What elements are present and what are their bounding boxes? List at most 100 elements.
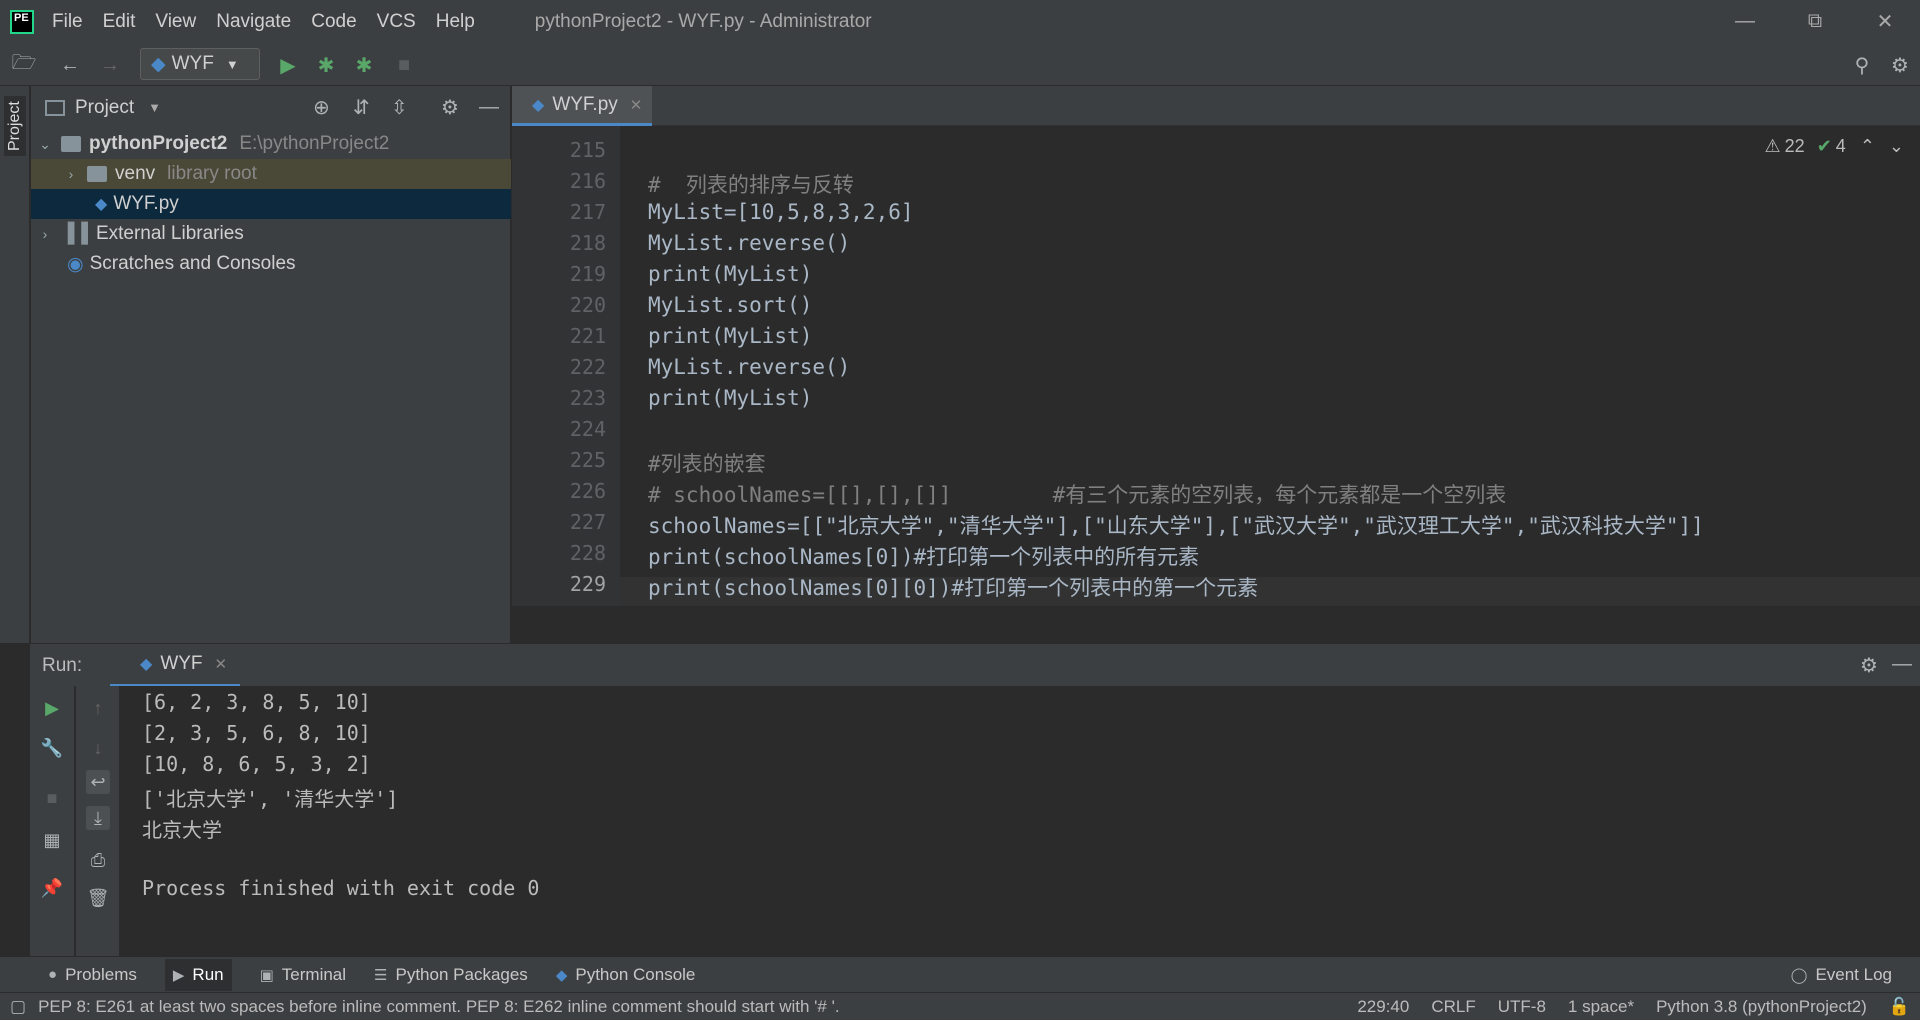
forward-arrow-icon[interactable]: → [98,53,122,77]
logo-text: PE [14,11,29,24]
back-arrow-icon[interactable]: ← [58,53,82,77]
coverage-icon[interactable]: ✱ [352,53,376,77]
line-number: 220 [569,293,606,317]
tab-python-console[interactable]: ◆ Python Console [556,965,696,985]
run-configuration-select[interactable]: ◆ WYF ▼ [140,48,260,80]
inspection-widget[interactable]: ⚠ 22 ✔ 4 ⌃ ⌄ [1765,136,1904,157]
event-log-button[interactable]: ◯ Event Log [1791,965,1892,985]
open-folder-icon[interactable]: 🗁 [12,52,37,77]
tree-item-hint: E:\pythonProject2 [239,133,390,154]
project-panel-header: Project ▼ ⊕ ⇵ ⇳ ⚙ — [31,86,510,129]
tree-item-venv[interactable]: › venv library root [31,159,511,189]
file-encoding[interactable]: UTF-8 [1498,997,1546,1017]
pin-icon[interactable]: 📌 [40,876,64,900]
code-editor[interactable]: ⚠ 22 ✔ 4 ⌃ ⌄ # 列表的排序与反转 MyList=[10,5,8,3… [620,126,1920,606]
code-line: MyList.sort() [648,293,813,317]
folder-icon [61,136,81,152]
gear-icon[interactable]: ⚙ [441,95,459,120]
tab-label: Python Packages [395,964,528,984]
print-icon[interactable]: ⎙ [86,848,110,872]
chevron-up-icon[interactable]: ⌃ [1860,136,1875,157]
expand-all-icon[interactable]: ⇵ [353,95,370,120]
run-icon[interactable]: ▶ [276,53,300,77]
editor-tab-wyf-py[interactable]: ◆ WYF.py ✕ [512,86,652,126]
chevron-right-icon[interactable]: › [35,226,55,242]
menu-file[interactable]: File [52,11,83,33]
run-tab-wyf[interactable]: ◆ WYF ✕ [110,644,240,687]
debug-icon[interactable]: ✱ [314,53,338,77]
close-tab-icon[interactable]: ✕ [215,655,228,673]
console-line: Process finished with exit code 0 [142,876,540,900]
stop-icon[interactable]: ■ [392,53,416,77]
tab-label: Run [192,964,224,984]
menu-view[interactable]: View [155,11,196,33]
packages-icon: ☰ [374,966,388,984]
wrench-icon[interactable]: 🔧 [40,736,64,760]
indent-setting[interactable]: 1 space* [1568,997,1634,1017]
menu-navigate[interactable]: Navigate [216,11,291,33]
project-side-tab[interactable]: Project [4,96,26,156]
line-number: 219 [569,262,606,286]
menu-edit[interactable]: Edit [103,11,136,33]
minimize-icon[interactable]: — [1710,0,1780,43]
close-icon[interactable]: ✕ [1850,0,1920,43]
chevron-down-icon[interactable]: ⌄ [1889,136,1904,157]
code-line: print(schoolNames[0][0])#打印第一个列表中的第一个元素 [648,576,1259,600]
run-label: Run: [42,655,83,676]
tab-label: Python Console [575,964,696,984]
menu-help[interactable]: Help [436,11,475,33]
editor-tab-bar: ◆ WYF.py ✕ [512,86,1920,126]
caret-position[interactable]: 229:40 [1357,997,1409,1017]
hide-panel-icon[interactable]: — [479,96,499,119]
lock-icon[interactable]: 🔓 [1889,997,1910,1017]
run-console[interactable]: [6, 2, 3, 8, 5, 10] [2, 3, 5, 6, 8, 10] … [120,686,1920,956]
run-tab-label: WYF [160,653,203,674]
stop-icon[interactable]: ■ [40,786,64,810]
status-message[interactable]: PEP 8: E261 at least two spaces before i… [38,997,840,1017]
scroll-to-end-icon[interactable]: ⤓ [86,806,110,830]
line-number: 226 [569,479,606,503]
tab-terminal[interactable]: ▣ Terminal [260,965,346,985]
chevron-down-icon[interactable]: ⌄ [35,136,55,153]
tree-item-external-libraries[interactable]: › ▐▐ External Libraries [31,219,511,249]
tree-item-scratches[interactable]: ◉ Scratches and Consoles [31,249,511,279]
trash-icon[interactable]: 🗑 [86,886,110,910]
warning-icon: ⚠ [1764,136,1781,156]
main-toolbar: 🗁 ← → ◆ WYF ▼ ▶ ✱ ✱ ■ ⚲ ⚙ [0,43,1920,86]
tab-problems[interactable]: ● Problems [48,965,137,985]
menu-code[interactable]: Code [311,11,356,33]
hide-panel-icon[interactable]: — [1892,653,1912,676]
layout-icon[interactable]: ▦ [40,828,64,852]
chevron-right-icon[interactable]: › [61,166,81,182]
tab-run[interactable]: ▶ Run [164,958,232,991]
line-number: 217 [569,200,606,224]
collapse-all-icon[interactable]: ⇳ [391,95,408,120]
python-icon: ◆ [140,656,153,673]
console-line: [10, 8, 6, 5, 3, 2] [142,752,371,776]
rerun-icon[interactable]: ▶ [40,696,64,720]
search-icon[interactable]: ⚲ [1850,53,1874,77]
code-line: print(MyList) [648,262,813,286]
tree-item-project-root[interactable]: ⌄ pythonProject2 E:\pythonProject2 [31,129,511,159]
status-toggle-icon[interactable]: ▢ [10,997,26,1017]
menu-vcs[interactable]: VCS [377,11,416,33]
settings-gear-icon[interactable]: ⚙ [1888,53,1912,77]
code-line: print(MyList) [648,324,813,348]
arrow-up-icon[interactable]: ↑ [86,696,110,720]
arrow-down-icon[interactable]: ↓ [86,736,110,760]
tab-python-packages[interactable]: ☰ Python Packages [374,965,528,985]
gear-icon[interactable]: ⚙ [1860,653,1878,678]
soft-wrap-icon[interactable]: ↩ [86,770,110,794]
restore-icon[interactable]: ⧉ [1780,0,1850,43]
tree-item-wyf-py[interactable]: ◆ WYF.py [31,189,511,219]
line-number: 222 [569,355,606,379]
locate-icon[interactable]: ⊕ [313,95,330,120]
close-tab-icon[interactable]: ✕ [630,96,643,114]
bottom-tool-tabs: ● Problems ▶ Run ▣ Terminal ☰ Python Pac… [0,956,1920,992]
chevron-down-icon[interactable]: ▼ [148,100,161,115]
line-separator[interactable]: CRLF [1431,997,1475,1017]
python-interpreter[interactable]: Python 3.8 (pythonProject2) [1656,997,1867,1017]
code-line: print(schoolNames[0])#打印第一个列表中的所有元素 [648,545,1200,569]
project-panel-title[interactable]: Project [75,97,134,119]
tree-item-label: venv [115,163,156,184]
